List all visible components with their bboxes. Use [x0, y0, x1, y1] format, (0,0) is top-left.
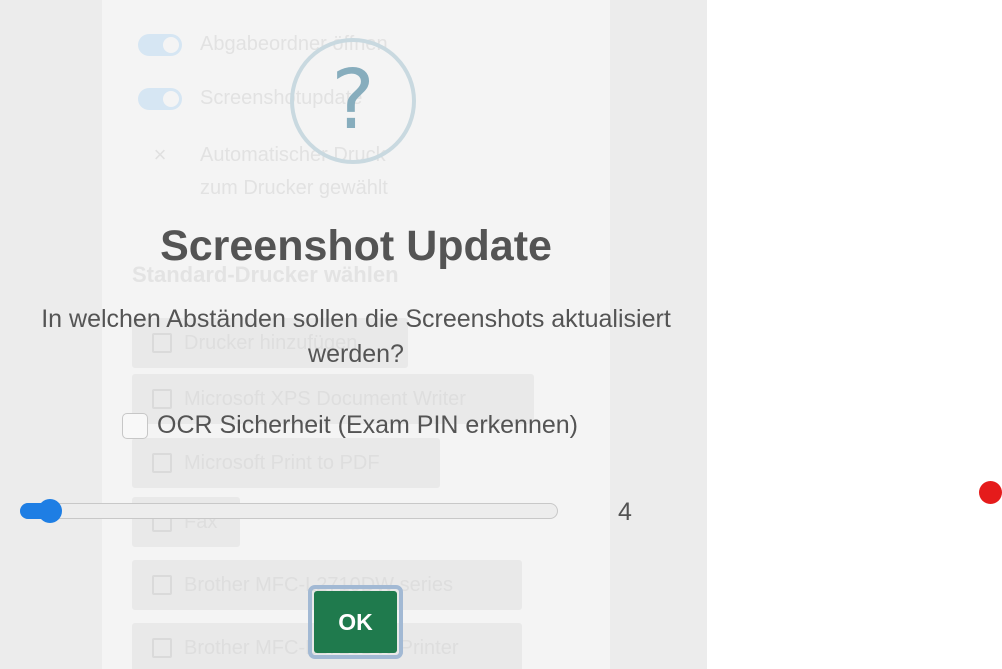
interval-slider[interactable]	[20, 499, 558, 523]
screen: Abgabeordner öffnen Screenshotupdate × A…	[0, 0, 1002, 669]
screenshot-update-dialog: ? Screenshot Update In welchen Abständen…	[0, 0, 707, 669]
slider-track[interactable]	[20, 503, 558, 519]
ocr-label: OCR Sicherheit (Exam PIN erkennen)	[157, 411, 578, 439]
slider-thumb[interactable]	[38, 499, 62, 523]
interval-value: 4	[618, 498, 632, 526]
ok-button[interactable]: OK	[308, 585, 403, 659]
question-icon: ?	[290, 38, 416, 164]
ok-button-label: OK	[314, 591, 397, 653]
dialog-text: In welchen Abständen sollen die Screensh…	[41, 305, 671, 368]
ocr-option[interactable]: OCR Sicherheit (Exam PIN erkennen)	[122, 411, 578, 440]
recording-indicator	[979, 481, 1002, 504]
ocr-checkbox[interactable]	[122, 412, 148, 439]
dialog-title: Screenshot Update	[160, 222, 552, 270]
